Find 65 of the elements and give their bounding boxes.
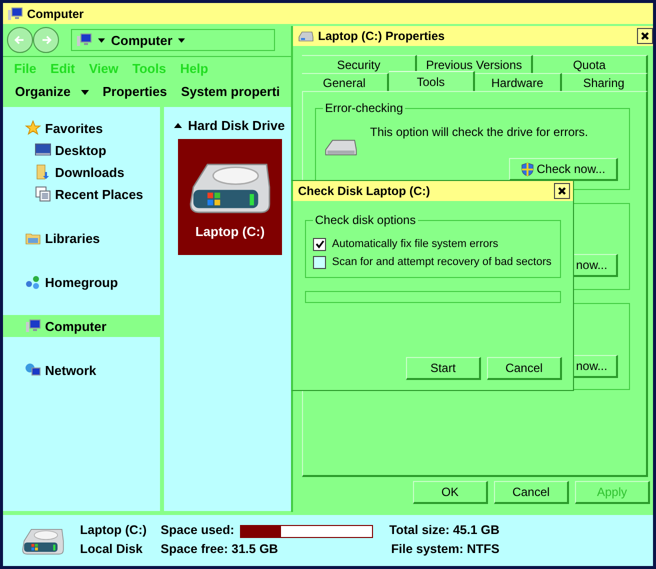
drive-name: Laptop (C:) <box>80 523 147 539</box>
computer-icon <box>7 6 23 22</box>
drive-tile[interactable]: Laptop (C:) <box>178 139 282 255</box>
nav-item[interactable]: Favorites <box>3 117 160 139</box>
group-header: Hard Disk Drive <box>188 118 285 132</box>
window-title: Computer <box>27 6 84 20</box>
monitor-icon <box>35 142 51 158</box>
caret-icon <box>178 38 186 42</box>
close-icon <box>640 31 650 41</box>
tab[interactable]: Tools <box>388 71 475 91</box>
collapse-icon[interactable] <box>174 122 182 128</box>
nav-item[interactable]: Downloads <box>3 161 160 183</box>
toolbar-button[interactable]: Properties <box>98 82 171 100</box>
dialog-button[interactable]: Cancel <box>494 481 569 504</box>
description-text: This option will check the drive for errors. <box>370 125 588 139</box>
close-button[interactable] <box>554 183 570 199</box>
nav-item[interactable]: Computer <box>3 315 160 337</box>
file-system: File system: NTFS <box>391 542 500 558</box>
tab[interactable]: Hardware <box>475 73 562 91</box>
tab[interactable]: Sharing <box>562 73 648 91</box>
tab[interactable]: Security <box>302 55 418 73</box>
dialog-button[interactable]: OK <box>413 481 488 504</box>
address-bar[interactable]: Computer <box>71 29 275 51</box>
checkbox[interactable] <box>313 238 326 250</box>
toolbar-button[interactable]: Organize <box>11 82 93 100</box>
close-button[interactable] <box>637 28 653 44</box>
group-label: Check disk options <box>313 213 418 227</box>
nav-item[interactable]: Recent Places <box>3 183 160 205</box>
nav-item[interactable]: Homegroup <box>3 271 160 293</box>
breadcrumb[interactable]: Computer <box>111 32 172 48</box>
dialog-button[interactable]: Cancel <box>487 357 562 380</box>
check-now-button[interactable]: Check now... <box>509 158 618 181</box>
dialog-button[interactable]: Start <box>406 357 481 380</box>
tab[interactable]: Quota <box>532 55 648 73</box>
checkbox-label: Scan for and attempt recovery of bad sectors <box>332 256 552 268</box>
forward-button[interactable] <box>33 27 59 53</box>
tab[interactable]: Previous Versions <box>417 55 533 73</box>
back-button[interactable] <box>7 27 33 53</box>
dialog-title: Check Disk Laptop (C:) <box>298 184 432 198</box>
caret-icon <box>80 90 89 95</box>
space-used-label: Space used: <box>160 523 234 539</box>
caret-icon <box>98 38 105 42</box>
nav-item[interactable]: Desktop <box>3 139 160 161</box>
check-now-button[interactable]: now... <box>571 355 618 378</box>
tab[interactable]: General <box>302 73 388 91</box>
total-size: Total size: 45.1 GB <box>389 523 500 539</box>
drive-type: Local Disk <box>80 542 144 558</box>
check-now-button[interactable]: now... <box>571 254 618 277</box>
shield-icon <box>520 162 534 176</box>
checkbox-label: Automatically fix file system errors <box>332 238 498 250</box>
homegroup-icon <box>25 274 41 290</box>
close-icon <box>557 186 567 196</box>
recent-places-icon <box>35 186 51 202</box>
toolbar-button[interactable]: System properti <box>176 82 284 100</box>
computer-icon <box>25 318 41 334</box>
checkbox[interactable] <box>313 256 326 268</box>
nav-item[interactable]: Libraries <box>3 227 160 249</box>
network-icon <box>25 362 41 378</box>
group-label: Error-checking <box>323 101 406 115</box>
star-icon <box>25 120 41 136</box>
space-free: Space free: 31.5 GB <box>160 542 280 558</box>
folder-arrow-icon <box>35 164 51 180</box>
nav-item[interactable]: Network <box>3 359 160 381</box>
computer-icon <box>76 32 92 48</box>
dialog-title: Laptop (C:) Properties <box>318 29 446 43</box>
